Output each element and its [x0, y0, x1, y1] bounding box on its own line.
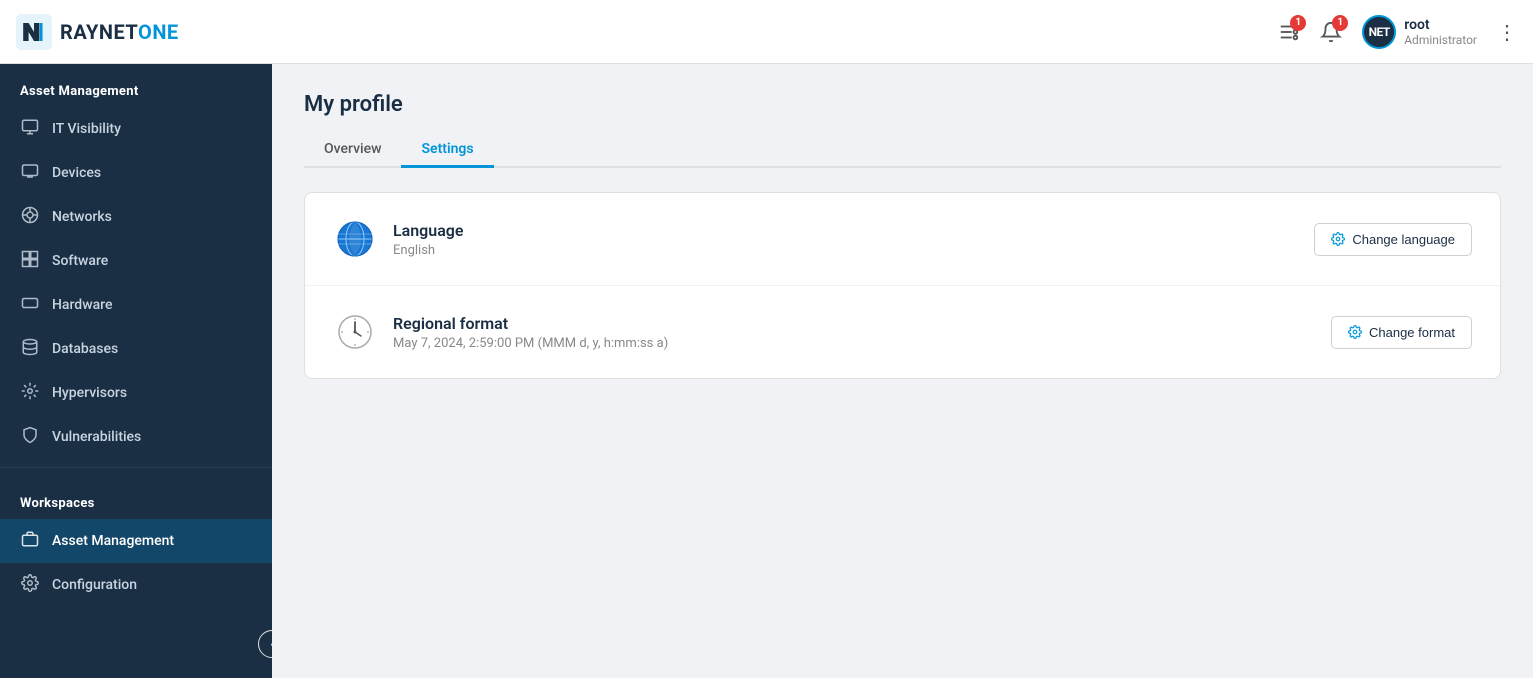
- sidebar-item-software[interactable]: Software: [0, 239, 272, 283]
- user-name: root: [1404, 17, 1477, 33]
- language-value: English: [393, 243, 1314, 258]
- page-title: My profile: [304, 92, 1501, 117]
- databases-icon: [20, 338, 40, 360]
- sidebar-label-vulnerabilities: Vulnerabilities: [52, 429, 141, 445]
- sidebar-label-hypervisors: Hypervisors: [52, 385, 127, 401]
- notification-badge: 1: [1332, 15, 1348, 31]
- sidebar-divider: [0, 467, 272, 468]
- configuration-icon: [20, 574, 40, 596]
- logo: RAYNETONE: [16, 14, 179, 50]
- gear-icon: [1331, 232, 1345, 246]
- sidebar-collapse-btn[interactable]: ‹: [258, 630, 272, 658]
- sidebar-label-asset-management: Asset Management: [52, 533, 174, 549]
- tabs: Overview Settings: [304, 133, 1501, 168]
- networks-icon: [20, 206, 40, 228]
- notification-btn[interactable]: 1: [1320, 21, 1342, 43]
- language-icon: [333, 217, 377, 261]
- vulnerabilities-icon: [20, 426, 40, 448]
- sidebar-label-hardware: Hardware: [52, 297, 112, 313]
- content-area: My profile Overview Settings: [272, 64, 1533, 678]
- language-text: Language English: [393, 221, 1314, 258]
- sidebar-label-databases: Databases: [52, 341, 118, 357]
- sidebar-item-vulnerabilities[interactable]: Vulnerabilities: [0, 415, 272, 459]
- logo-icon: [16, 14, 52, 50]
- sidebar-label-it-visibility: IT Visibility: [52, 121, 121, 137]
- sidebar: Asset Management IT Visibility Devices N…: [0, 64, 272, 678]
- settings-card: Language English Change language: [304, 192, 1501, 379]
- sidebar-item-it-visibility[interactable]: IT Visibility: [0, 107, 272, 151]
- devices-icon: [20, 162, 40, 184]
- change-language-label: Change language: [1352, 232, 1455, 247]
- sidebar-item-devices[interactable]: Devices: [0, 151, 272, 195]
- user-role: Administrator: [1404, 33, 1477, 47]
- regional-format-text: Regional format May 7, 2024, 2:59:00 PM …: [393, 314, 1331, 351]
- main-layout: Asset Management IT Visibility Devices N…: [0, 64, 1533, 678]
- topbar-right: 1 1 NET root Administrator ⋮: [1278, 15, 1517, 49]
- list-icon-btn[interactable]: 1: [1278, 21, 1300, 43]
- regional-format-row: Regional format May 7, 2024, 2:59:00 PM …: [305, 286, 1500, 378]
- hypervisors-icon: [20, 382, 40, 404]
- topbar: RAYNETONE 1 1 NET root Administrat: [0, 0, 1533, 64]
- regional-format-value: May 7, 2024, 2:59:00 PM (MMM d, y, h:mm:…: [393, 336, 1331, 351]
- tab-settings[interactable]: Settings: [401, 133, 493, 168]
- it-visibility-icon: [20, 118, 40, 140]
- avatar: NET: [1362, 15, 1396, 49]
- sidebar-label-networks: Networks: [52, 209, 112, 225]
- sidebar-item-hardware[interactable]: Hardware: [0, 283, 272, 327]
- sidebar-item-asset-management[interactable]: Asset Management: [0, 519, 272, 563]
- asset-management-icon: [20, 530, 40, 552]
- language-row: Language English Change language: [305, 193, 1500, 286]
- sidebar-label-software: Software: [52, 253, 108, 269]
- language-label: Language: [393, 221, 1314, 240]
- list-badge: 1: [1290, 15, 1306, 31]
- sidebar-item-hypervisors[interactable]: Hypervisors: [0, 371, 272, 415]
- sidebar-label-configuration: Configuration: [52, 577, 137, 593]
- clock-icon: [333, 310, 377, 354]
- user-details: root Administrator: [1404, 17, 1477, 47]
- user-info[interactable]: NET root Administrator: [1362, 15, 1477, 49]
- hardware-icon: [20, 294, 40, 316]
- regional-format-label: Regional format: [393, 314, 1331, 333]
- sidebar-item-databases[interactable]: Databases: [0, 327, 272, 371]
- workspaces-title: Workspaces: [0, 476, 272, 519]
- software-icon: [20, 250, 40, 272]
- tab-overview[interactable]: Overview: [304, 133, 401, 168]
- asset-management-title: Asset Management: [0, 64, 272, 107]
- gear-icon-format: [1348, 325, 1362, 339]
- sidebar-item-configuration[interactable]: Configuration: [0, 563, 272, 607]
- sidebar-item-networks[interactable]: Networks: [0, 195, 272, 239]
- change-format-button[interactable]: Change format: [1331, 316, 1472, 349]
- sidebar-label-devices: Devices: [52, 165, 101, 181]
- change-language-button[interactable]: Change language: [1314, 223, 1472, 256]
- more-options-btn[interactable]: ⋮: [1497, 20, 1517, 44]
- logo-text: RAYNETONE: [60, 20, 179, 44]
- change-format-label: Change format: [1369, 325, 1455, 340]
